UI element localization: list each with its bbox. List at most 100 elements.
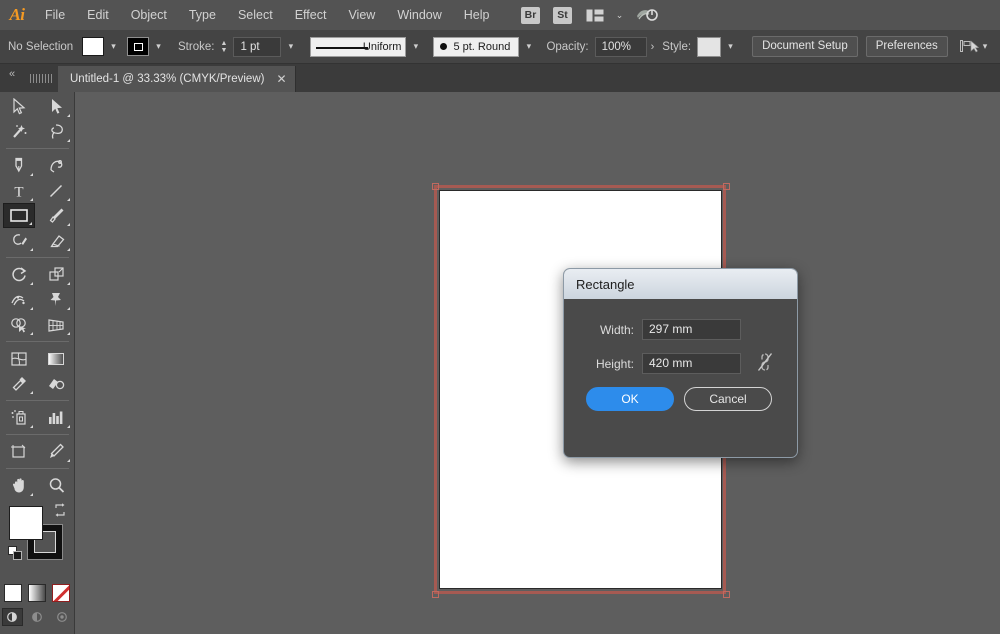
symbol-sprayer-icon (11, 410, 26, 425)
chevron-down-icon: ▾ (288, 41, 294, 51)
tool-flyout-indicator (29, 222, 32, 225)
arrange-documents-button[interactable] (584, 6, 606, 24)
eyedropper-tool[interactable] (3, 371, 35, 396)
canvas-area[interactable] (75, 92, 1000, 634)
document-setup-button[interactable]: Document Setup (752, 36, 858, 57)
draw-normal-button[interactable] (1, 608, 23, 626)
swap-fill-stroke-icon[interactable] (53, 503, 67, 517)
rectangle-tool[interactable] (3, 203, 35, 228)
paintbrush-icon (49, 208, 63, 223)
tool-flyout-indicator (67, 425, 70, 428)
none-mode-button[interactable] (52, 584, 70, 602)
lasso-tool[interactable] (40, 119, 72, 144)
menu-effect[interactable]: Effect (284, 0, 338, 30)
rotate-tool[interactable] (3, 262, 35, 287)
width-input[interactable]: 297 mm (642, 319, 741, 340)
draw-inside-button[interactable] (52, 608, 73, 626)
gradient-mode-button[interactable] (28, 584, 46, 602)
default-fill-stroke-icon[interactable] (8, 546, 22, 560)
stroke-color-swatch[interactable] (127, 37, 149, 56)
mesh-tool[interactable] (3, 346, 35, 371)
menu-type[interactable]: Type (178, 0, 227, 30)
dialog-title-bar[interactable]: Rectangle (564, 269, 797, 299)
menu-view[interactable]: View (337, 0, 386, 30)
menu-file[interactable]: File (34, 0, 76, 30)
brush-definition-select[interactable]: 5 pt. Round (433, 36, 520, 57)
brush-definition-dropdown[interactable]: ▾ (521, 37, 536, 57)
graphic-style-swatch[interactable] (697, 36, 722, 57)
stock-button[interactable]: St (552, 6, 574, 24)
type-tool[interactable]: T (3, 178, 35, 203)
column-graph-tool[interactable] (40, 405, 72, 430)
tools-grid: T (0, 92, 75, 498)
zoom-magnifier-icon (49, 478, 64, 493)
eraser-tool[interactable] (40, 228, 72, 253)
opacity-options-button[interactable]: › (651, 41, 655, 53)
draw-behind-button[interactable] (27, 608, 48, 626)
stroke-weight-input[interactable]: 1 pt (233, 36, 282, 57)
direct-selection-tool[interactable] (40, 94, 72, 119)
symbol-sprayer-tool[interactable] (3, 405, 35, 430)
slice-tool[interactable] (40, 439, 72, 464)
free-transform-tool[interactable] (40, 287, 72, 312)
workspace-switcher-button[interactable] (634, 6, 660, 24)
cancel-button[interactable]: Cancel (684, 387, 772, 411)
artboard-corner-handle[interactable] (432, 591, 439, 598)
height-input[interactable]: 420 mm (642, 353, 741, 374)
perspective-grid-tool[interactable] (40, 312, 72, 337)
magic-wand-tool[interactable] (3, 119, 35, 144)
blend-icon (49, 379, 65, 390)
scale-tool[interactable] (40, 262, 72, 287)
stroke-weight-stepper[interactable]: ▲ ▼ (218, 37, 229, 57)
paintbrush-tool[interactable] (40, 203, 72, 228)
arrange-documents-dropdown[interactable]: ⌄ (613, 6, 627, 24)
eyedropper-icon (12, 377, 26, 391)
tool-divider (6, 400, 69, 401)
tool-flyout-indicator (67, 459, 70, 462)
pen-tool[interactable] (3, 153, 35, 178)
shaper-pencil-tool[interactable] (3, 228, 35, 253)
gradient-tool[interactable] (40, 346, 72, 371)
fill-color-swatch[interactable] (82, 37, 104, 56)
zoom-tool[interactable] (40, 473, 72, 498)
artboard-icon (11, 444, 26, 458)
menu-select[interactable]: Select (227, 0, 284, 30)
ok-button[interactable]: OK (586, 387, 674, 411)
dialog-title: Rectangle (576, 276, 635, 292)
constrain-proportions-broken-icon[interactable] (757, 351, 773, 373)
stroke-profile-dropdown[interactable]: ▾ (408, 37, 423, 57)
document-tab[interactable]: Untitled-1 @ 33.33% (CMYK/Preview) ✕ (58, 66, 296, 92)
fill-color-box[interactable] (9, 506, 43, 540)
rectangle-dialog[interactable]: Rectangle Width: 297 mm Height: 420 mm O… (563, 268, 798, 458)
graphic-style-dropdown[interactable]: ▾ (723, 37, 738, 57)
draw-inside-icon (56, 612, 67, 622)
bridge-button[interactable]: Br (520, 6, 542, 24)
preferences-button[interactable]: Preferences (865, 36, 948, 57)
fill-swatch-dropdown[interactable]: ▾ (106, 37, 121, 57)
blend-tool[interactable] (40, 371, 72, 396)
opacity-input[interactable]: 100% (594, 36, 647, 57)
align-options-button[interactable]: ▾ (959, 39, 987, 54)
shape-builder-tool[interactable] (3, 312, 35, 337)
menu-window[interactable]: Window (386, 0, 452, 30)
selection-tool[interactable] (3, 94, 35, 119)
artboard-tool[interactable] (3, 439, 35, 464)
menu-object[interactable]: Object (120, 0, 178, 30)
menu-help[interactable]: Help (453, 0, 501, 30)
close-icon[interactable]: ✕ (276, 73, 286, 85)
color-mode-button[interactable] (4, 584, 22, 602)
line-segment-tool[interactable] (40, 178, 72, 203)
stroke-weight-dropdown[interactable]: ▾ (283, 37, 298, 57)
tabstrip-grip[interactable] (24, 64, 58, 92)
stroke-profile-select[interactable]: Uniform (310, 36, 407, 57)
stroke-swatch-dropdown[interactable]: ▾ (151, 37, 166, 57)
artboard-corner-handle[interactable] (723, 591, 730, 598)
illustrator-window: Ai File Edit Object Type Select Effect V… (0, 0, 1000, 634)
width-tool[interactable] (3, 287, 35, 312)
menu-edit[interactable]: Edit (76, 0, 120, 30)
artboard-corner-handle[interactable] (723, 183, 730, 190)
curvature-tool[interactable] (40, 153, 72, 178)
hand-tool[interactable] (3, 473, 35, 498)
artboard-corner-handle[interactable] (432, 183, 439, 190)
collapse-panel-button[interactable]: « (0, 64, 24, 92)
